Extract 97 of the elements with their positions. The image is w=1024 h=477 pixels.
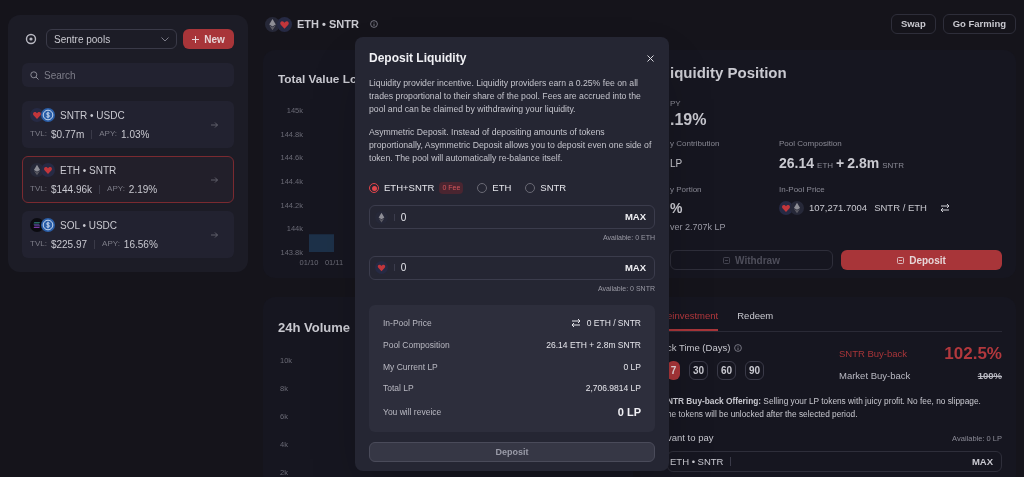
summary-label: Pool Composition (383, 338, 450, 352)
card-title: iquidity Position (670, 63, 788, 83)
exit-icon (723, 256, 731, 264)
search-icon (30, 71, 39, 80)
deposit-button[interactable]: Deposit (841, 250, 1002, 270)
lock-days-option[interactable]: 30 (689, 360, 708, 380)
pool-card[interactable]: SOL • USDC TVL: $225.97 APY: 16.56% (22, 211, 234, 258)
summary-label: My Current LP (383, 360, 438, 374)
summary-value: 2,706.9814 LP (585, 382, 641, 395)
buyback-label: SNTR Buy-back (839, 346, 909, 361)
pool-name: SNTR • USDC (60, 108, 125, 123)
pool-name: SOL • USDC (60, 218, 118, 233)
pool-card[interactable]: ETH • SNTR TVL: $144.96k APY: 2.19% (22, 156, 234, 203)
apy-value: 1.03% (121, 127, 150, 142)
dialog-paragraph: Asymmetric Deposit. Instead of depositing amounts of tokens proportionally, Asymmetric Deposit allows you to deposit even one side of token. The pool will automatically re-balance itself. (369, 126, 653, 165)
tvl-label: TVL: (30, 183, 47, 195)
header-button[interactable]: Go Farming (942, 14, 1016, 34)
heart-coin-icon (41, 163, 55, 177)
arrow-right-icon (211, 121, 218, 128)
composition-label: Pool Composition (779, 137, 843, 150)
amount-input[interactable]: 0 (400, 209, 619, 225)
dialog-paragraph: Liquidity provider incentive. Liquidity providers earn a 0.25% fee on all trades proportional to their share of the pool. Fees are accrued into the pool and can be claimed by withdrawing your liquidity. (369, 77, 642, 116)
summary-value: 0 LP (623, 360, 641, 374)
lp-token-name: ETH • SNTR (670, 454, 724, 469)
settings-icon[interactable] (25, 33, 37, 45)
heart-coin-icon (375, 261, 388, 275)
contribution-value: LP (670, 156, 684, 171)
apy-value: .19% (670, 109, 708, 130)
amount-field[interactable]: 0 MAX (369, 205, 655, 230)
tab[interactable]: Redeem (737, 309, 774, 332)
diamond-coin-icon (790, 200, 804, 215)
tvl-label: TVL: (30, 238, 47, 250)
max-button[interactable]: MAX (624, 260, 646, 275)
max-button[interactable]: MAX (971, 454, 993, 469)
max-button[interactable]: MAX (624, 210, 646, 225)
pool-filter-select[interactable]: Sentre pools (46, 29, 177, 49)
radio-label: ETH+SNTR (384, 181, 435, 195)
market-buyback-label: Market Buy-back (839, 368, 912, 383)
tvl-value: $0.77m (50, 127, 85, 142)
summary-value: 0 ETH / SNTR (586, 317, 641, 330)
arrow-right-icon (211, 176, 218, 183)
composition-amount: 2.8m (847, 153, 880, 173)
summary-label: You will reveice (383, 405, 442, 419)
amount-field[interactable]: 0 MAX (369, 255, 655, 280)
lp-amount-field[interactable]: ETH • SNTR MAX (667, 451, 1002, 473)
new-pool-button[interactable]: New (183, 29, 234, 49)
market-buyback-rate: 100% (976, 368, 1002, 383)
radio-label: SNTR (540, 181, 567, 195)
summary-label: Total LP (383, 382, 414, 395)
portion-value: % (670, 198, 684, 218)
area-series (309, 234, 334, 252)
dollar-coin-icon (41, 218, 55, 232)
dialog-title: Deposit Liquidity (369, 50, 467, 67)
pool-name: ETH • SNTR (60, 163, 117, 178)
pool-card[interactable]: SNTR • USDC TVL: $0.77m APY: 1.03% (22, 101, 234, 148)
apy-value: 16.56% (123, 237, 158, 252)
composition-unit: ETH (817, 159, 834, 172)
card-title: 24h Volume (278, 320, 350, 335)
heart-coin-icon (277, 16, 292, 32)
lock-days-option[interactable]: 90 (745, 360, 764, 380)
summary-value: 0 LP (617, 405, 641, 420)
contribution-label: y Contribution (670, 137, 721, 150)
portion-label: y Portion (670, 183, 703, 196)
lock-days-option[interactable]: 60 (717, 360, 736, 380)
price-unit: SNTR / ETH (874, 200, 927, 215)
buyback-rate: 102.5% (944, 343, 1002, 366)
amount-input[interactable]: 0 (400, 260, 619, 276)
plus-sign: + (836, 153, 845, 173)
price-label: In-Pool Price (779, 183, 826, 196)
deposit-icon (897, 256, 905, 264)
tvl-value: $225.97 (50, 237, 88, 252)
tvl-label: TVL: (30, 128, 47, 140)
tvl-value: $144.96k (50, 182, 93, 197)
price-value: 107,271.7004 (809, 200, 868, 215)
info-icon (734, 344, 743, 353)
close-icon[interactable] (647, 54, 654, 62)
apy-label: APY: (102, 238, 120, 250)
arrow-right-icon (211, 231, 218, 238)
apy-value: 2.19% (128, 182, 158, 197)
pair-title: ETH • SNTR (297, 16, 359, 32)
summary-value: 26.14 ETH + 2.8m SNTR (546, 338, 641, 352)
swap-arrows-icon (939, 202, 950, 213)
radio-label: ETH (492, 181, 512, 195)
chevron-down-icon (161, 36, 169, 42)
summary-label: In-Pool Price (383, 317, 432, 330)
info-icon (369, 20, 378, 28)
swap-arrows-icon (570, 318, 581, 329)
portion-note: ver 2.707k LP (670, 220, 727, 234)
composition-unit: SNTR (882, 159, 904, 172)
composition-amount: 26.14 (779, 153, 815, 173)
header-button[interactable]: Swap (890, 14, 936, 34)
dollar-coin-icon (41, 108, 55, 122)
apy-label: APY: (107, 183, 125, 195)
apy-label: APY: (99, 128, 118, 140)
apy-label: PY (670, 97, 682, 110)
search-field[interactable]: Search (22, 63, 234, 87)
plus-icon (192, 35, 200, 43)
